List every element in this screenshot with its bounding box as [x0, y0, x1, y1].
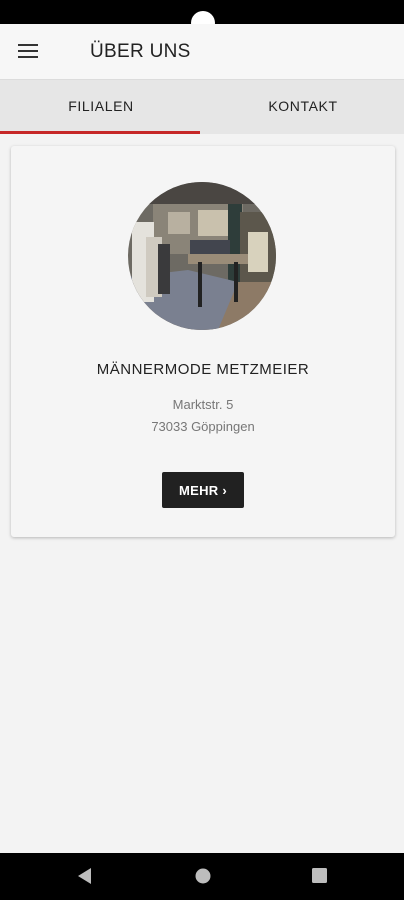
active-tab-indicator [0, 131, 200, 134]
recents-square-icon[interactable] [312, 868, 327, 888]
home-circle-icon[interactable] [195, 868, 211, 889]
app-bar: ÜBER UNS [0, 24, 404, 80]
tab-kontakt[interactable]: KONTAKT [202, 80, 404, 134]
hamburger-menu-icon[interactable] [18, 44, 38, 58]
tab-filialen[interactable]: FILIALEN [0, 80, 202, 134]
page-title: ÜBER UNS [90, 41, 191, 62]
tab-bar: FILIALEN KONTAKT [0, 80, 404, 134]
store-city: 73033 Göppingen [151, 419, 255, 434]
tab-label: FILIALEN [68, 98, 134, 114]
store-card: MÄNNERMODE METZMEIER Marktstr. 5 73033 G… [11, 146, 395, 537]
system-nav-bar [0, 853, 404, 900]
store-name: MÄNNERMODE METZMEIER [96, 361, 310, 378]
store-photo [128, 182, 276, 330]
more-button[interactable]: MEHR › [162, 472, 244, 508]
store-street: Marktstr. 5 [172, 397, 234, 412]
tab-label: KONTAKT [268, 98, 338, 114]
back-triangle-icon[interactable] [78, 868, 92, 889]
